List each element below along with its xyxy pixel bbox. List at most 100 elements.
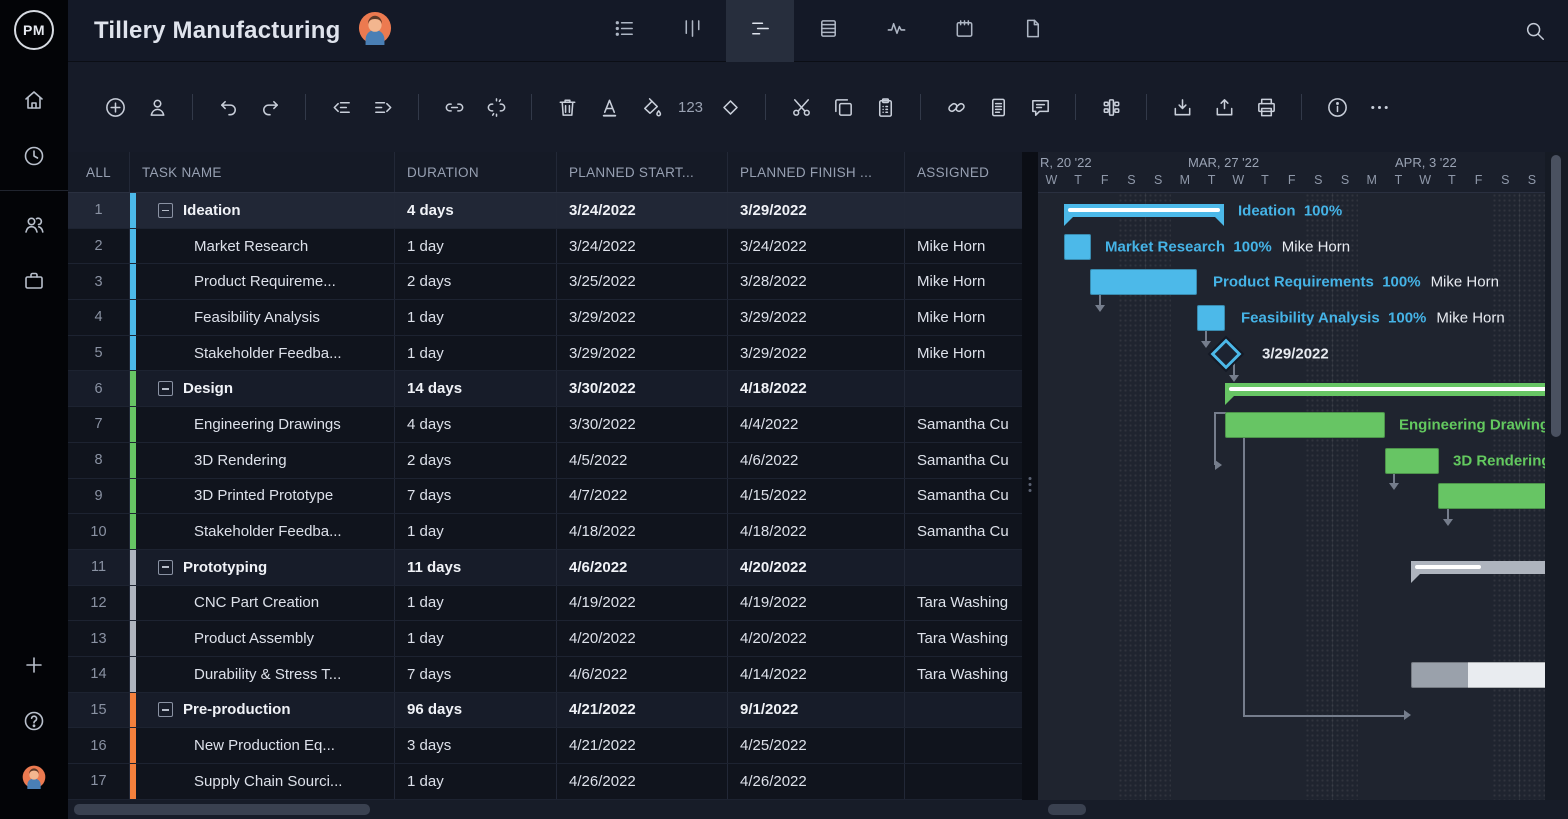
table-hscroll-thumb[interactable]	[74, 804, 370, 815]
summary-bar[interactable]	[1411, 561, 1545, 574]
task-bar[interactable]	[1064, 234, 1091, 260]
delete-button[interactable]	[546, 86, 588, 128]
toolbar-separator	[1301, 94, 1302, 120]
dependency-line	[1243, 412, 1245, 715]
summary-bar[interactable]	[1225, 383, 1545, 396]
table-row[interactable]: 2Market Research1 day3/24/20223/24/2022M…	[68, 229, 1022, 265]
timeline-day-label: S	[1154, 173, 1162, 187]
tab-board-view[interactable]	[658, 0, 726, 62]
bottom-scroll-area	[68, 800, 1568, 819]
home-icon[interactable]	[0, 72, 68, 128]
planned-finish: 4/6/2022	[740, 452, 798, 469]
table-row[interactable]: 3Product Requireme...2 days3/25/20223/28…	[68, 264, 1022, 300]
search-icon[interactable]	[1524, 0, 1546, 62]
outdent-button[interactable]	[320, 86, 362, 128]
task-bar[interactable]	[1411, 662, 1545, 688]
project-owner-avatar[interactable]	[358, 11, 392, 50]
redo-button[interactable]	[249, 86, 291, 128]
column-header-assigned[interactable]: ASSIGNED	[905, 152, 1022, 192]
table-row[interactable]: 10Stakeholder Feedba...1 day4/18/20224/1…	[68, 514, 1022, 550]
help-icon[interactable]	[0, 693, 68, 749]
gantt-hscroll-thumb[interactable]	[1048, 804, 1086, 815]
collapse-icon[interactable]	[158, 203, 173, 218]
table-row[interactable]: 93D Printed Prototype7 days4/7/20224/15/…	[68, 479, 1022, 515]
comment-button[interactable]	[1019, 86, 1061, 128]
portfolio-icon[interactable]	[0, 253, 68, 309]
milestone-diamond[interactable]	[1210, 338, 1241, 369]
add-icon[interactable]	[0, 637, 68, 693]
row-number: 14	[90, 666, 106, 682]
task-bar[interactable]	[1438, 483, 1545, 509]
link-tasks-button[interactable]	[433, 86, 475, 128]
user-avatar[interactable]	[0, 749, 68, 805]
recent-clock-icon[interactable]	[0, 128, 68, 184]
table-row[interactable]: 4Feasibility Analysis1 day3/29/20223/29/…	[68, 300, 1022, 336]
column-header-duration[interactable]: DURATION	[395, 152, 557, 192]
timeline-day-label: T	[1074, 173, 1082, 187]
font-color-button[interactable]	[588, 86, 630, 128]
collapse-icon[interactable]	[158, 560, 173, 575]
attachment-button[interactable]	[935, 86, 977, 128]
table-row[interactable]: 12CNC Part Creation1 day4/19/20224/19/20…	[68, 586, 1022, 622]
tab-gantt-view[interactable]	[726, 0, 794, 62]
task-bar[interactable]	[1385, 448, 1439, 474]
table-row[interactable]: 15Pre-production96 days4/21/20229/1/2022	[68, 693, 1022, 729]
summary-bar[interactable]	[1064, 204, 1224, 217]
print-button[interactable]	[1245, 86, 1287, 128]
import-button[interactable]	[1161, 86, 1203, 128]
columns-button[interactable]	[1090, 86, 1132, 128]
export-button[interactable]	[1203, 86, 1245, 128]
assign-button[interactable]	[136, 86, 178, 128]
task-bar[interactable]	[1197, 305, 1225, 331]
table-row[interactable]: 16New Production Eq...3 days4/21/20224/2…	[68, 728, 1022, 764]
column-header-planned-finish[interactable]: PLANNED FINISH ...	[728, 152, 905, 192]
table-row[interactable]: 83D Rendering2 days4/5/20224/6/2022Saman…	[68, 443, 1022, 479]
unlink-tasks-button[interactable]	[475, 86, 517, 128]
tab-page-view[interactable]	[998, 0, 1066, 62]
notes-button[interactable]	[977, 86, 1019, 128]
column-header-task-name[interactable]: TASK NAME	[130, 152, 395, 192]
paste-button[interactable]	[864, 86, 906, 128]
task-name: Stakeholder Feedba...	[194, 523, 342, 540]
timeline-day-label: S	[1314, 173, 1322, 187]
collapse-icon[interactable]	[158, 702, 173, 717]
copy-button[interactable]	[822, 86, 864, 128]
table-row[interactable]: 14Durability & Stress T...7 days4/6/2022…	[68, 657, 1022, 693]
table-row[interactable]: 11Prototyping11 days4/6/20224/20/2022	[68, 550, 1022, 586]
number-123-button[interactable]: 123	[672, 86, 709, 128]
team-icon[interactable]	[0, 197, 68, 253]
table-row[interactable]: 6Design14 days3/30/20224/18/2022	[68, 371, 1022, 407]
table-row[interactable]: 1Ideation4 days3/24/20223/29/2022	[68, 193, 1022, 229]
planned-start: 4/21/2022	[569, 737, 636, 754]
task-bar[interactable]	[1225, 412, 1385, 438]
row-number: 2	[94, 238, 102, 254]
task-name: Product Assembly	[194, 630, 314, 647]
pm-logo[interactable]: PM	[14, 10, 54, 50]
tab-calendar-view[interactable]	[930, 0, 998, 62]
cut-button[interactable]	[780, 86, 822, 128]
column-header-planned-start[interactable]: PLANNED START...	[557, 152, 728, 192]
column-header-all[interactable]: ALL	[68, 152, 130, 192]
more-button[interactable]	[1358, 86, 1400, 128]
task-color-strip	[130, 550, 136, 585]
info-button[interactable]	[1316, 86, 1358, 128]
task-bar[interactable]	[1090, 269, 1197, 295]
table-row[interactable]: 13Product Assembly1 day4/20/20224/20/202…	[68, 621, 1022, 657]
divider-drag-handle[interactable]	[1029, 474, 1032, 495]
tab-sheet-view[interactable]	[794, 0, 862, 62]
tab-activity-view[interactable]	[862, 0, 930, 62]
undo-button[interactable]	[207, 86, 249, 128]
row-number: 6	[94, 381, 102, 397]
vertical-scrollbar-thumb[interactable]	[1551, 155, 1561, 437]
collapse-icon[interactable]	[158, 381, 173, 396]
milestone-button[interactable]	[709, 86, 751, 128]
table-row[interactable]: 7Engineering Drawings4 days3/30/20224/4/…	[68, 407, 1022, 443]
add-task-button[interactable]	[94, 86, 136, 128]
row-number: 11	[91, 559, 106, 575]
fill-color-button[interactable]	[630, 86, 672, 128]
table-row[interactable]: 5Stakeholder Feedba...1 day3/29/20223/29…	[68, 336, 1022, 372]
indent-button[interactable]	[362, 86, 404, 128]
bar-label: Ideation 100%	[1238, 202, 1342, 219]
table-row[interactable]: 17Supply Chain Sourci...1 day4/26/20224/…	[68, 764, 1022, 800]
tab-list-view[interactable]	[590, 0, 658, 62]
